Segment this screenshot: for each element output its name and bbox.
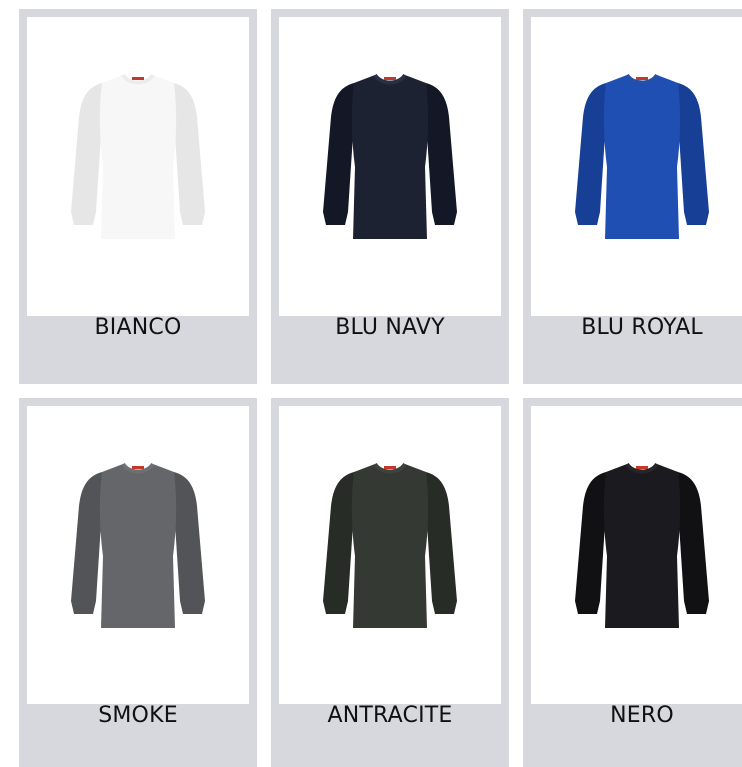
color-label: BIANCO <box>94 315 182 340</box>
long-sleeve-tshirt-icon <box>323 462 457 628</box>
long-sleeve-tshirt-icon <box>575 462 709 628</box>
color-swatch-card[interactable]: BLU ROYAL <box>523 9 742 384</box>
color-label: NERO <box>610 703 674 728</box>
product-image <box>27 17 249 316</box>
color-label: BLU NAVY <box>335 315 445 340</box>
color-swatch-card[interactable]: BLU NAVY <box>271 9 509 384</box>
long-sleeve-tshirt-icon <box>71 462 205 628</box>
color-swatch-card[interactable]: ANTRACITE <box>271 398 509 767</box>
color-label: ANTRACITE <box>327 703 453 728</box>
color-swatch-card[interactable]: SMOKE <box>19 398 257 767</box>
color-swatch-card[interactable]: BIANCO <box>19 9 257 384</box>
color-swatch-card[interactable]: NERO <box>523 398 742 767</box>
long-sleeve-tshirt-icon <box>575 73 709 239</box>
product-image <box>531 17 742 316</box>
product-image <box>531 406 742 704</box>
product-image <box>279 17 501 316</box>
long-sleeve-tshirt-icon <box>71 73 205 239</box>
color-label: SMOKE <box>98 703 178 728</box>
product-image <box>27 406 249 704</box>
product-image <box>279 406 501 704</box>
color-label: BLU ROYAL <box>581 315 703 340</box>
long-sleeve-tshirt-icon <box>323 73 457 239</box>
